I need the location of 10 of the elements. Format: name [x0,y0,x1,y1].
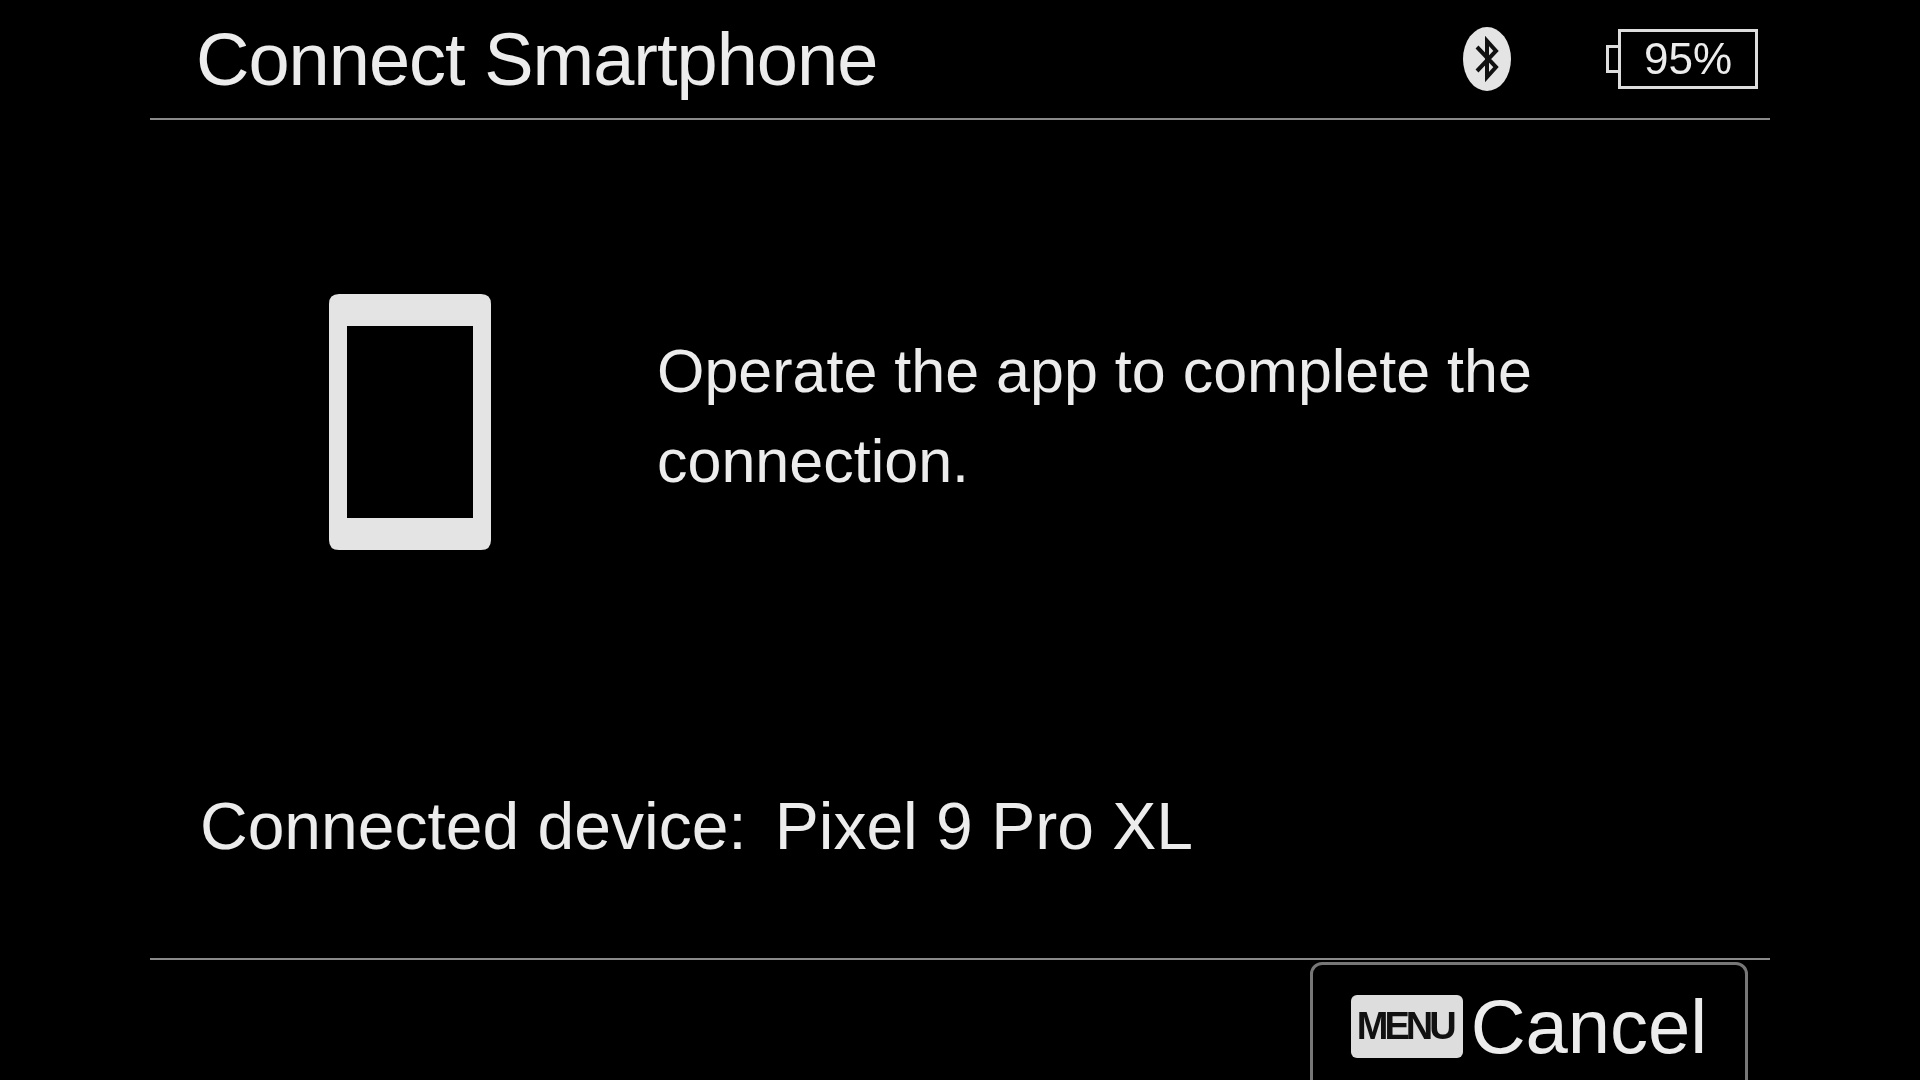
device-name: Pixel 9 Pro XL [774,788,1193,864]
instruction-text: Operate the app to complete the connection. [657,336,1533,497]
menu-key-icon: MENU [1350,995,1463,1058]
screen-title: Connect Smartphone [196,16,879,102]
cancel-button[interactable]: MENU Cancel [1310,962,1748,1080]
battery-indicator: 95% [1618,29,1758,89]
device-label: Connected device: [200,788,747,864]
bluetooth-icon [1460,25,1514,93]
smartphone-icon [329,294,491,550]
battery-terminal-icon [1606,45,1618,73]
